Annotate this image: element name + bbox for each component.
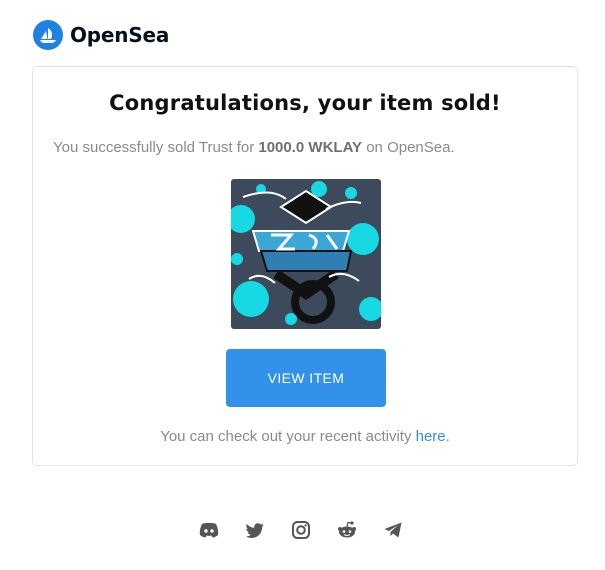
email-title: Congratulations, your item sold! [109, 91, 501, 115]
instagram-icon[interactable] [291, 520, 311, 540]
social-links [199, 520, 403, 540]
sale-text-prefix: You successfully sold Trust for [53, 139, 259, 156]
activity-text: You can check out your recent activity h… [33, 428, 577, 445]
reddit-icon[interactable] [337, 520, 357, 540]
view-item-button[interactable]: VIEW ITEM [226, 349, 386, 407]
activity-link[interactable]: here [416, 428, 446, 445]
brand-name[interactable]: OpenSea [70, 23, 169, 47]
header: OpenSea [33, 20, 169, 50]
discord-icon[interactable] [199, 520, 219, 540]
opensea-logo-icon[interactable] [33, 20, 63, 50]
twitter-icon[interactable] [245, 520, 265, 540]
activity-suffix: . [445, 428, 450, 445]
sale-text-suffix: on OpenSea. [362, 139, 455, 156]
telegram-icon[interactable] [383, 520, 403, 540]
email-card: Congratulations, your item sold! You suc… [32, 66, 578, 466]
sale-price: 1000.0 WKLAY [258, 139, 363, 156]
sale-description: You successfully sold Trust for 1000.0 W… [53, 139, 455, 156]
nft-artwork[interactable] [231, 179, 381, 329]
activity-prefix: You can check out your recent activity [160, 428, 416, 445]
